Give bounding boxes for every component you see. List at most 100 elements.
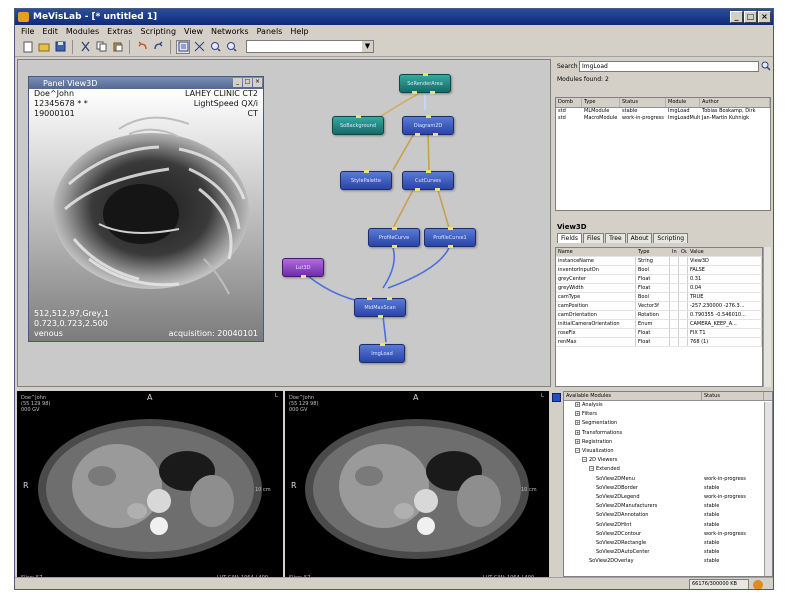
node-img-load[interactable]: ImgLoad bbox=[359, 343, 405, 363]
tree-item[interactable]: + Registration bbox=[575, 438, 612, 446]
expand-icon[interactable]: + bbox=[575, 438, 580, 444]
tree-item[interactable]: SoView2DRectangle bbox=[596, 540, 646, 547]
node-cut-curves[interactable]: CutCurves bbox=[402, 170, 454, 191]
menu-help[interactable]: Help bbox=[290, 27, 308, 36]
panel-view3d[interactable]: Panel View3D _ □ × Doe^John 12345678 * *… bbox=[28, 76, 264, 342]
field-row[interactable]: initialCameraOrientation Enum CAMERA_KEEP_… bbox=[556, 320, 762, 329]
node-lut3d[interactable]: Lut3D bbox=[282, 258, 324, 278]
zoom-in-icon[interactable] bbox=[208, 40, 222, 54]
field-row[interactable]: roseFix Float FIX T1 bbox=[556, 329, 762, 338]
panel-minimize-button[interactable]: _ bbox=[233, 78, 242, 87]
modules-table[interactable]: Domb Type Status Module Author std MLMod… bbox=[555, 97, 771, 211]
tab-files[interactable]: Files bbox=[582, 233, 605, 243]
expand-icon[interactable]: + bbox=[575, 411, 580, 417]
fields-scrollbar[interactable] bbox=[763, 247, 771, 387]
save-icon[interactable] bbox=[53, 40, 67, 54]
tab-tree[interactable]: Tree bbox=[605, 233, 626, 243]
menu-edit[interactable]: Edit bbox=[42, 27, 58, 36]
field-row[interactable]: camPosition Vector3f -257.230000 -276.3... bbox=[556, 302, 762, 311]
tree-item[interactable]: SoView2DManufacturers bbox=[596, 503, 657, 510]
collapse-icon[interactable]: − bbox=[582, 457, 587, 463]
menu-file[interactable]: File bbox=[21, 27, 34, 36]
cut-icon[interactable] bbox=[78, 40, 92, 54]
ct-view-left[interactable]: Doe^John (55 129 98) 000 GV A R L 10 cm … bbox=[17, 391, 283, 584]
expand-icon[interactable]: + bbox=[575, 420, 580, 426]
node-mid-max-scan[interactable]: MidMaxScan bbox=[354, 297, 406, 318]
panel-close-button[interactable]: × bbox=[253, 78, 262, 87]
field-row[interactable]: inventorInputOn Bool FALSE bbox=[556, 266, 762, 275]
copy-icon[interactable] bbox=[94, 40, 108, 54]
collapse-icon[interactable]: − bbox=[589, 466, 594, 472]
volume-render-view[interactable]: Doe^John 12345678 * * 19000101 LAHEY CLI… bbox=[29, 89, 263, 341]
menu-networks[interactable]: Networks bbox=[211, 27, 249, 36]
tree-item[interactable]: − Extended bbox=[589, 466, 620, 473]
tree-item[interactable]: + Transformations bbox=[575, 429, 622, 437]
toolbar-separator bbox=[129, 39, 130, 54]
node-profile-curve-1[interactable]: ProfileCurve1 bbox=[424, 227, 476, 248]
tree-item[interactable]: SoView2DMenu bbox=[596, 476, 635, 483]
tree-item[interactable]: + Filters bbox=[575, 411, 597, 418]
expand-icon[interactable]: + bbox=[575, 429, 580, 435]
orientation-top: A bbox=[147, 393, 153, 402]
table-row[interactable]: std MacroModule work-in-progress ImgLoad… bbox=[556, 115, 770, 122]
menu-scripting[interactable]: Scripting bbox=[140, 27, 176, 36]
menu-view[interactable]: View bbox=[184, 27, 203, 36]
tree-item[interactable]: SoView2DBorder bbox=[596, 485, 638, 492]
minimize-button[interactable]: _ bbox=[730, 11, 743, 23]
node-diagram2d[interactable]: Diagram2D bbox=[402, 115, 454, 136]
tree-item[interactable]: + Analysis bbox=[575, 402, 603, 409]
undo-icon[interactable] bbox=[135, 40, 149, 54]
field-row[interactable]: renMax Float 768 (1) bbox=[556, 338, 762, 347]
orientation-right: L bbox=[275, 393, 278, 399]
menu-panels[interactable]: Panels bbox=[257, 27, 283, 36]
patient-id: 12345678 * * bbox=[34, 99, 88, 108]
viewer-layout-icon[interactable] bbox=[552, 393, 561, 402]
zoom-fit-icon[interactable] bbox=[192, 40, 206, 54]
node-so-background[interactable]: SoBackground bbox=[332, 115, 384, 135]
node-profile-curve[interactable]: ProfileCurve bbox=[368, 227, 420, 248]
tree-item[interactable]: SoView2DAnnotation bbox=[596, 512, 648, 519]
node-style-palette[interactable]: StylePalette bbox=[340, 170, 392, 190]
tree-item[interactable]: −2D Viewers bbox=[582, 457, 617, 464]
fit-view-icon[interactable] bbox=[176, 39, 190, 54]
tree-item[interactable]: SoView2DContour bbox=[596, 531, 641, 538]
search-icon[interactable] bbox=[761, 61, 771, 71]
expand-icon[interactable]: + bbox=[575, 402, 580, 407]
field-row[interactable]: greyCenter Float 0.31 bbox=[556, 275, 762, 284]
fields-table[interactable]: Name Type In Ou Value instanceName String… bbox=[555, 247, 763, 387]
field-row[interactable]: greyWidth Float 0.04 bbox=[556, 284, 762, 293]
tab-fields[interactable]: Fields bbox=[557, 233, 582, 243]
table-row[interactable]: std MLModule stable ImgLoad Tobias Boska… bbox=[556, 108, 770, 115]
field-row[interactable]: camOrientation Rotation 0.790355 -0.546010… bbox=[556, 311, 762, 320]
node-so-render-area[interactable]: SoRenderArea bbox=[399, 73, 451, 94]
maximize-button[interactable]: □ bbox=[744, 11, 757, 23]
field-row[interactable]: instanceName String View3D bbox=[556, 257, 762, 266]
redo-icon[interactable] bbox=[151, 40, 165, 54]
tree-item[interactable]: SoView2DHint bbox=[596, 522, 631, 529]
new-file-icon[interactable] bbox=[21, 40, 35, 54]
paste-icon[interactable] bbox=[110, 40, 124, 54]
modules-found: Modules found: 2 bbox=[557, 76, 609, 83]
close-button[interactable]: × bbox=[758, 11, 771, 23]
tree-item[interactable]: + Segmentation bbox=[575, 420, 617, 427]
panel-maximize-button[interactable]: □ bbox=[243, 78, 252, 87]
network-editor[interactable]: SoRenderArea SoBackground Diagram2D Styl… bbox=[17, 59, 551, 387]
field-row[interactable]: camType Bool TRUE bbox=[556, 293, 762, 302]
open-folder-icon[interactable] bbox=[37, 40, 51, 54]
search-input[interactable]: ImgLoad bbox=[579, 61, 759, 72]
tab-about[interactable]: About bbox=[626, 233, 653, 243]
tree-item[interactable]: − Visualization bbox=[575, 448, 614, 455]
module-search-combo[interactable]: ▼ bbox=[246, 40, 374, 53]
menu-modules[interactable]: Modules bbox=[66, 27, 99, 36]
available-modules-tree[interactable]: Available Modules Status + Analysis + Filte… bbox=[563, 391, 773, 577]
ct-view-right[interactable]: Doe^John (55 129 98) 000 GV A R L 10 cm … bbox=[285, 391, 549, 584]
tree-item[interactable]: SoView2DLegend bbox=[596, 494, 640, 501]
collapse-icon[interactable]: − bbox=[575, 448, 580, 453]
menu-extras[interactable]: Extras bbox=[107, 27, 132, 36]
tab-scripting[interactable]: Scripting bbox=[653, 233, 689, 243]
chevron-down-icon[interactable]: ▼ bbox=[362, 41, 373, 52]
zoom-out-icon[interactable] bbox=[224, 40, 238, 54]
tree-item[interactable]: SoView2DOverlay bbox=[589, 558, 634, 565]
tree-item[interactable]: SoView2DAutoCenter bbox=[596, 549, 649, 556]
tree-scrollbar[interactable] bbox=[764, 402, 772, 576]
